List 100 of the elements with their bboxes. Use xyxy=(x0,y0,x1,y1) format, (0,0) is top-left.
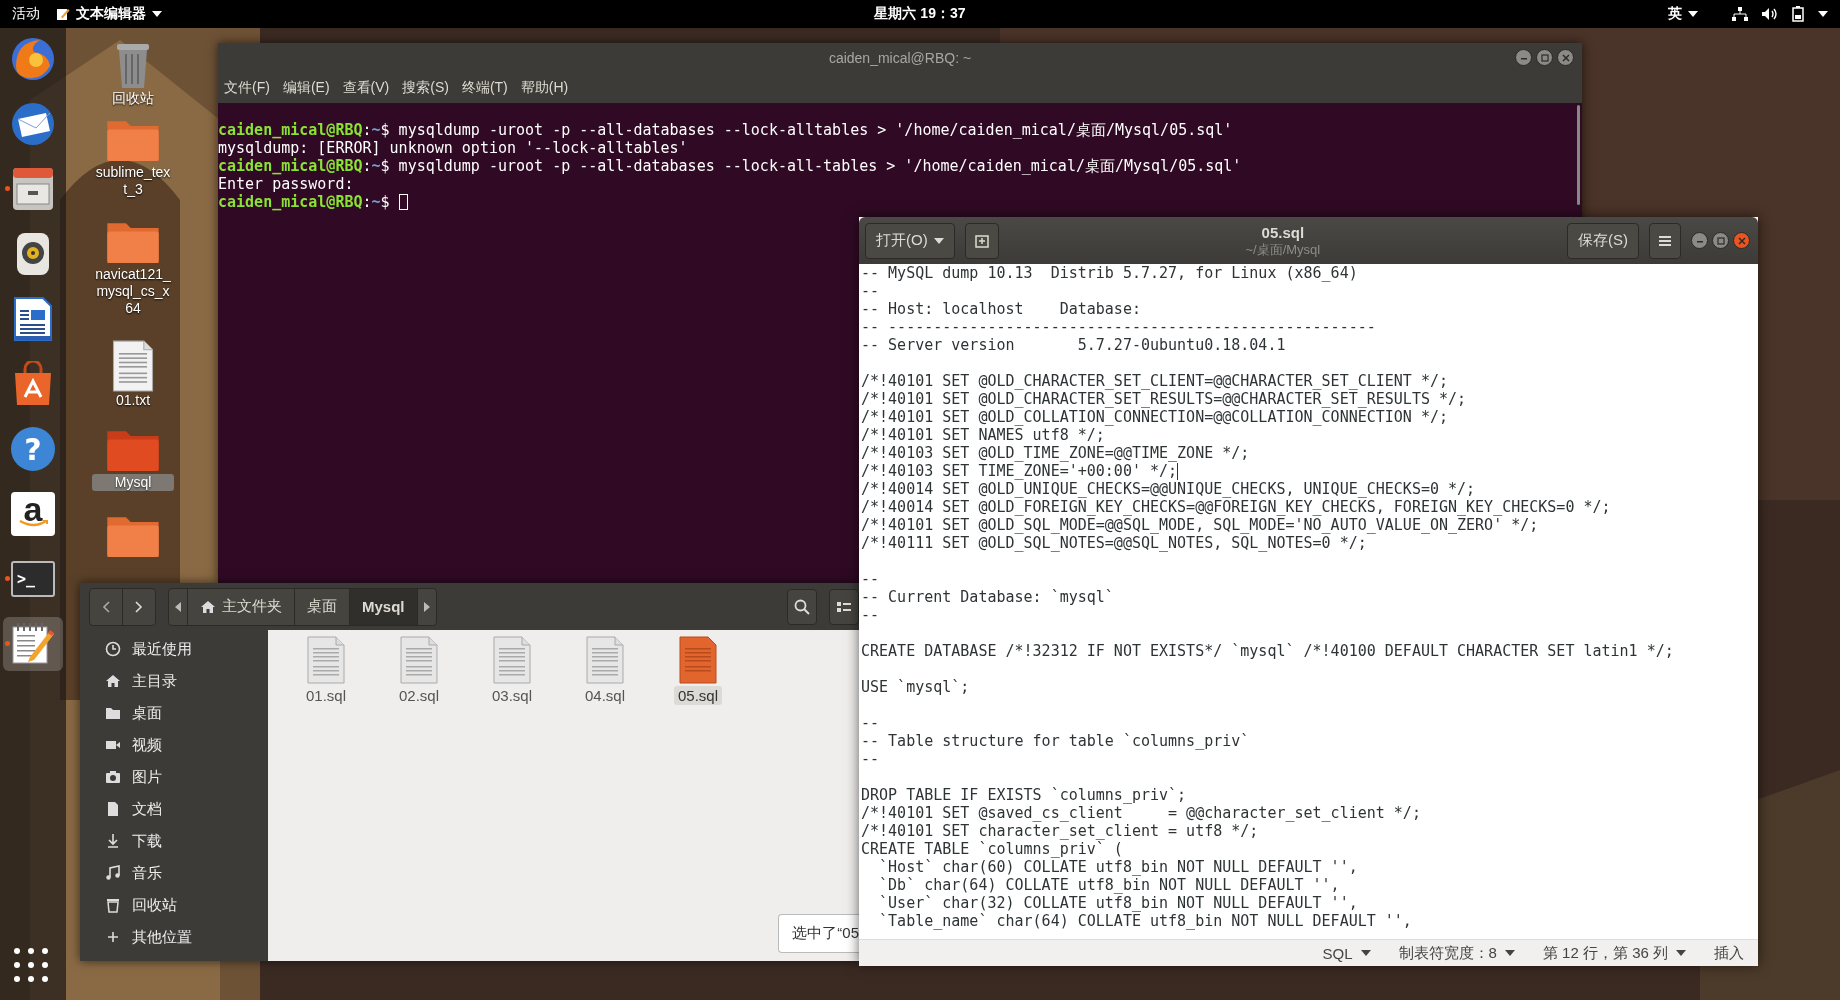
save-button[interactable]: 保存(S) xyxy=(1567,222,1639,259)
activities-button[interactable]: 活动 xyxy=(12,5,40,23)
caret-icon xyxy=(933,237,944,244)
document-icon[interactable] xyxy=(13,296,53,342)
file-path: ~/桌面/Mysql xyxy=(1245,241,1321,258)
sidebar-item[interactable]: 下载 xyxy=(80,830,268,852)
file-label[interactable]: Mysql xyxy=(92,474,174,491)
sidebar-item[interactable]: 音乐 xyxy=(80,862,268,884)
download-icon xyxy=(105,833,121,849)
app-grid-icon[interactable] xyxy=(14,948,48,982)
file-icon xyxy=(492,636,532,684)
code-line: -- xyxy=(861,606,880,624)
mail-icon[interactable] xyxy=(10,101,56,147)
folder-icon xyxy=(105,705,121,721)
code-line: /*!40103 SET TIME_ZONE='+00:00' */; xyxy=(861,462,1178,480)
terminal-line: mysqldump: [ERROR] unknown option '--lock-alltables' xyxy=(218,139,688,157)
file-label[interactable]: sublime_text_3 xyxy=(92,164,174,198)
code-line: -- Server version 5.7.27-0ubuntu0.18.04.1 xyxy=(861,336,1286,354)
speaker-icon[interactable] xyxy=(15,231,51,277)
menu-item[interactable]: 编辑(E) xyxy=(282,79,330,97)
network-icon[interactable] xyxy=(1732,7,1748,21)
menu-item[interactable]: 终端(T) xyxy=(461,79,508,97)
file-name[interactable]: 05.sql xyxy=(674,686,722,705)
app-menu[interactable]: 文本编辑器 xyxy=(56,5,162,23)
view-options-button[interactable] xyxy=(829,588,859,625)
close-button[interactable] xyxy=(1557,49,1574,66)
close-button[interactable] xyxy=(1733,232,1750,249)
maximize-button[interactable] xyxy=(1536,49,1553,66)
plus-icon xyxy=(105,929,121,945)
notepad-icon[interactable] xyxy=(10,621,56,667)
terminal-icon[interactable]: >_ xyxy=(11,561,55,597)
menu-item[interactable]: 搜索(S) xyxy=(402,79,449,97)
code-line: /*!40101 SET @OLD_CHARACTER_SET_RESULTS=@@CHARACTER_SET_RESULTS */; xyxy=(861,390,1467,408)
globe-icon[interactable] xyxy=(10,36,56,82)
sidebar-item[interactable]: 主目录 xyxy=(80,670,268,692)
file-label[interactable]: navicat121_mysql_cs_x64 xyxy=(92,266,174,317)
search-button[interactable] xyxy=(787,588,817,625)
menu-item[interactable]: 文件(F) xyxy=(224,79,270,97)
file-name[interactable]: 04.sql xyxy=(581,686,629,705)
file-cabinet-icon[interactable] xyxy=(11,166,55,212)
code-line: /*!40101 SET @saved_cs_client = @@character_set_client */; xyxy=(861,804,1421,822)
code-line: /*!40103 SET @OLD_TIME_ZONE=@@TIME_ZONE */; xyxy=(861,444,1250,462)
terminal-line: caiden_mical@RBQ:~$ mysqldump -uroot -p --all-databases --lock-all-tables > '/home/caiden_mical/桌面/Mysql/05.sql' xyxy=(218,157,1242,175)
menu-item[interactable]: 查看(V) xyxy=(342,79,390,97)
file-icon[interactable] xyxy=(678,636,718,684)
maximize-button[interactable] xyxy=(1712,232,1729,249)
list-icon xyxy=(837,600,851,613)
path-segment[interactable]: Mysql xyxy=(350,588,418,625)
home-icon xyxy=(200,598,216,615)
code-line: /*!40101 SET NAMES utf8 */; xyxy=(861,426,1105,444)
language-menu[interactable]: SQL xyxy=(1308,944,1385,962)
sidebar-item[interactable]: 最近使用 xyxy=(80,638,268,660)
square-icon xyxy=(1716,236,1725,245)
new-document-button[interactable] xyxy=(964,222,999,259)
chevron-right-icon xyxy=(135,600,143,613)
selection-status: 选中了“05 xyxy=(778,914,859,953)
document-plus-icon xyxy=(973,232,990,249)
caret-icon xyxy=(1360,950,1371,956)
code-line: /*!40101 SET @OLD_SQL_MODE=@@SQL_MODE, SQL_MODE='NO_AUTO_VALUE_ON_ZERO' */; xyxy=(861,516,1539,534)
tab-width-menu[interactable]: 制表符宽度：8 xyxy=(1384,943,1529,963)
sidebar-item[interactable]: 图片 xyxy=(80,766,268,788)
cursor-position-menu[interactable]: 第 12 行，第 36 列 xyxy=(1528,943,1700,963)
terminal-line: caiden_mical@RBQ:~$ xyxy=(218,193,390,211)
code-line: /*!40014 SET @OLD_FOREIGN_KEY_CHECKS=@@FOREIGN_KEY_CHECKS, FOREIGN_KEY_CHECKS=0 */; xyxy=(861,498,1611,516)
caret-icon xyxy=(1688,11,1698,17)
file-label[interactable]: 01.txt xyxy=(92,392,174,409)
code-line: `Db` char(64) COLLATE utf8_bin NOT NULL DEFAULT '', xyxy=(878,876,1340,894)
insert-mode: 插入 xyxy=(1713,943,1745,963)
code-line: DROP TABLE IF EXISTS `columns_priv`; xyxy=(861,786,1187,804)
file-name[interactable]: 01.sql xyxy=(302,686,350,705)
code-line: -- xyxy=(861,282,880,300)
battery-icon[interactable] xyxy=(1792,6,1804,22)
sidebar-item[interactable]: 其他位置 xyxy=(80,926,268,948)
minimize-button[interactable] xyxy=(1691,232,1708,249)
sidebar-item[interactable]: 视频 xyxy=(80,734,268,756)
volume-icon[interactable] xyxy=(1762,7,1778,21)
help-icon[interactable]: ? xyxy=(11,427,55,471)
sidebar-item[interactable]: 文档 xyxy=(80,798,268,820)
clock[interactable]: 星期六 19：37 xyxy=(874,5,966,23)
amazon-icon[interactable]: a xyxy=(11,492,55,536)
clock-icon xyxy=(105,641,121,657)
path-segment[interactable]: 主文件夹 xyxy=(188,588,295,625)
file-name[interactable]: 03.sql xyxy=(488,686,536,705)
menu-item[interactable]: 帮助(H) xyxy=(520,79,569,97)
file-name[interactable]: 02.sql xyxy=(395,686,443,705)
code-line: `Table_name` char(64) COLLATE utf8_bin NOT NULL DEFAULT '', xyxy=(878,912,1412,930)
sidebar-item[interactable]: 回收站 xyxy=(80,894,268,916)
caret-icon xyxy=(1818,11,1828,17)
menu-button[interactable] xyxy=(1649,222,1681,259)
file-icon xyxy=(585,636,625,684)
code-line: `Host` char(60) COLLATE utf8_bin NOT NULL DEFAULT '', xyxy=(878,858,1358,876)
file-label[interactable]: 回收站 xyxy=(92,90,174,107)
input-method-menu[interactable]: 英 xyxy=(1668,5,1698,23)
code-line: -- MySQL dump 10.13 Distrib 5.7.27, for Linux (x86_64) xyxy=(861,264,1358,282)
sidebar-item[interactable]: 桌面 xyxy=(80,702,268,724)
code-line: /*!40014 SET @OLD_UNIQUE_CHECKS=@@UNIQUE_CHECKS, UNIQUE_CHECKS=0 */; xyxy=(861,480,1476,498)
open-button[interactable]: 打开(O) xyxy=(865,222,955,259)
code-line: /*!40101 SET @OLD_COLLATION_CONNECTION=@@COLLATION_CONNECTION */; xyxy=(861,408,1448,426)
music-note-icon xyxy=(105,865,121,881)
minimize-button[interactable] xyxy=(1515,49,1532,66)
